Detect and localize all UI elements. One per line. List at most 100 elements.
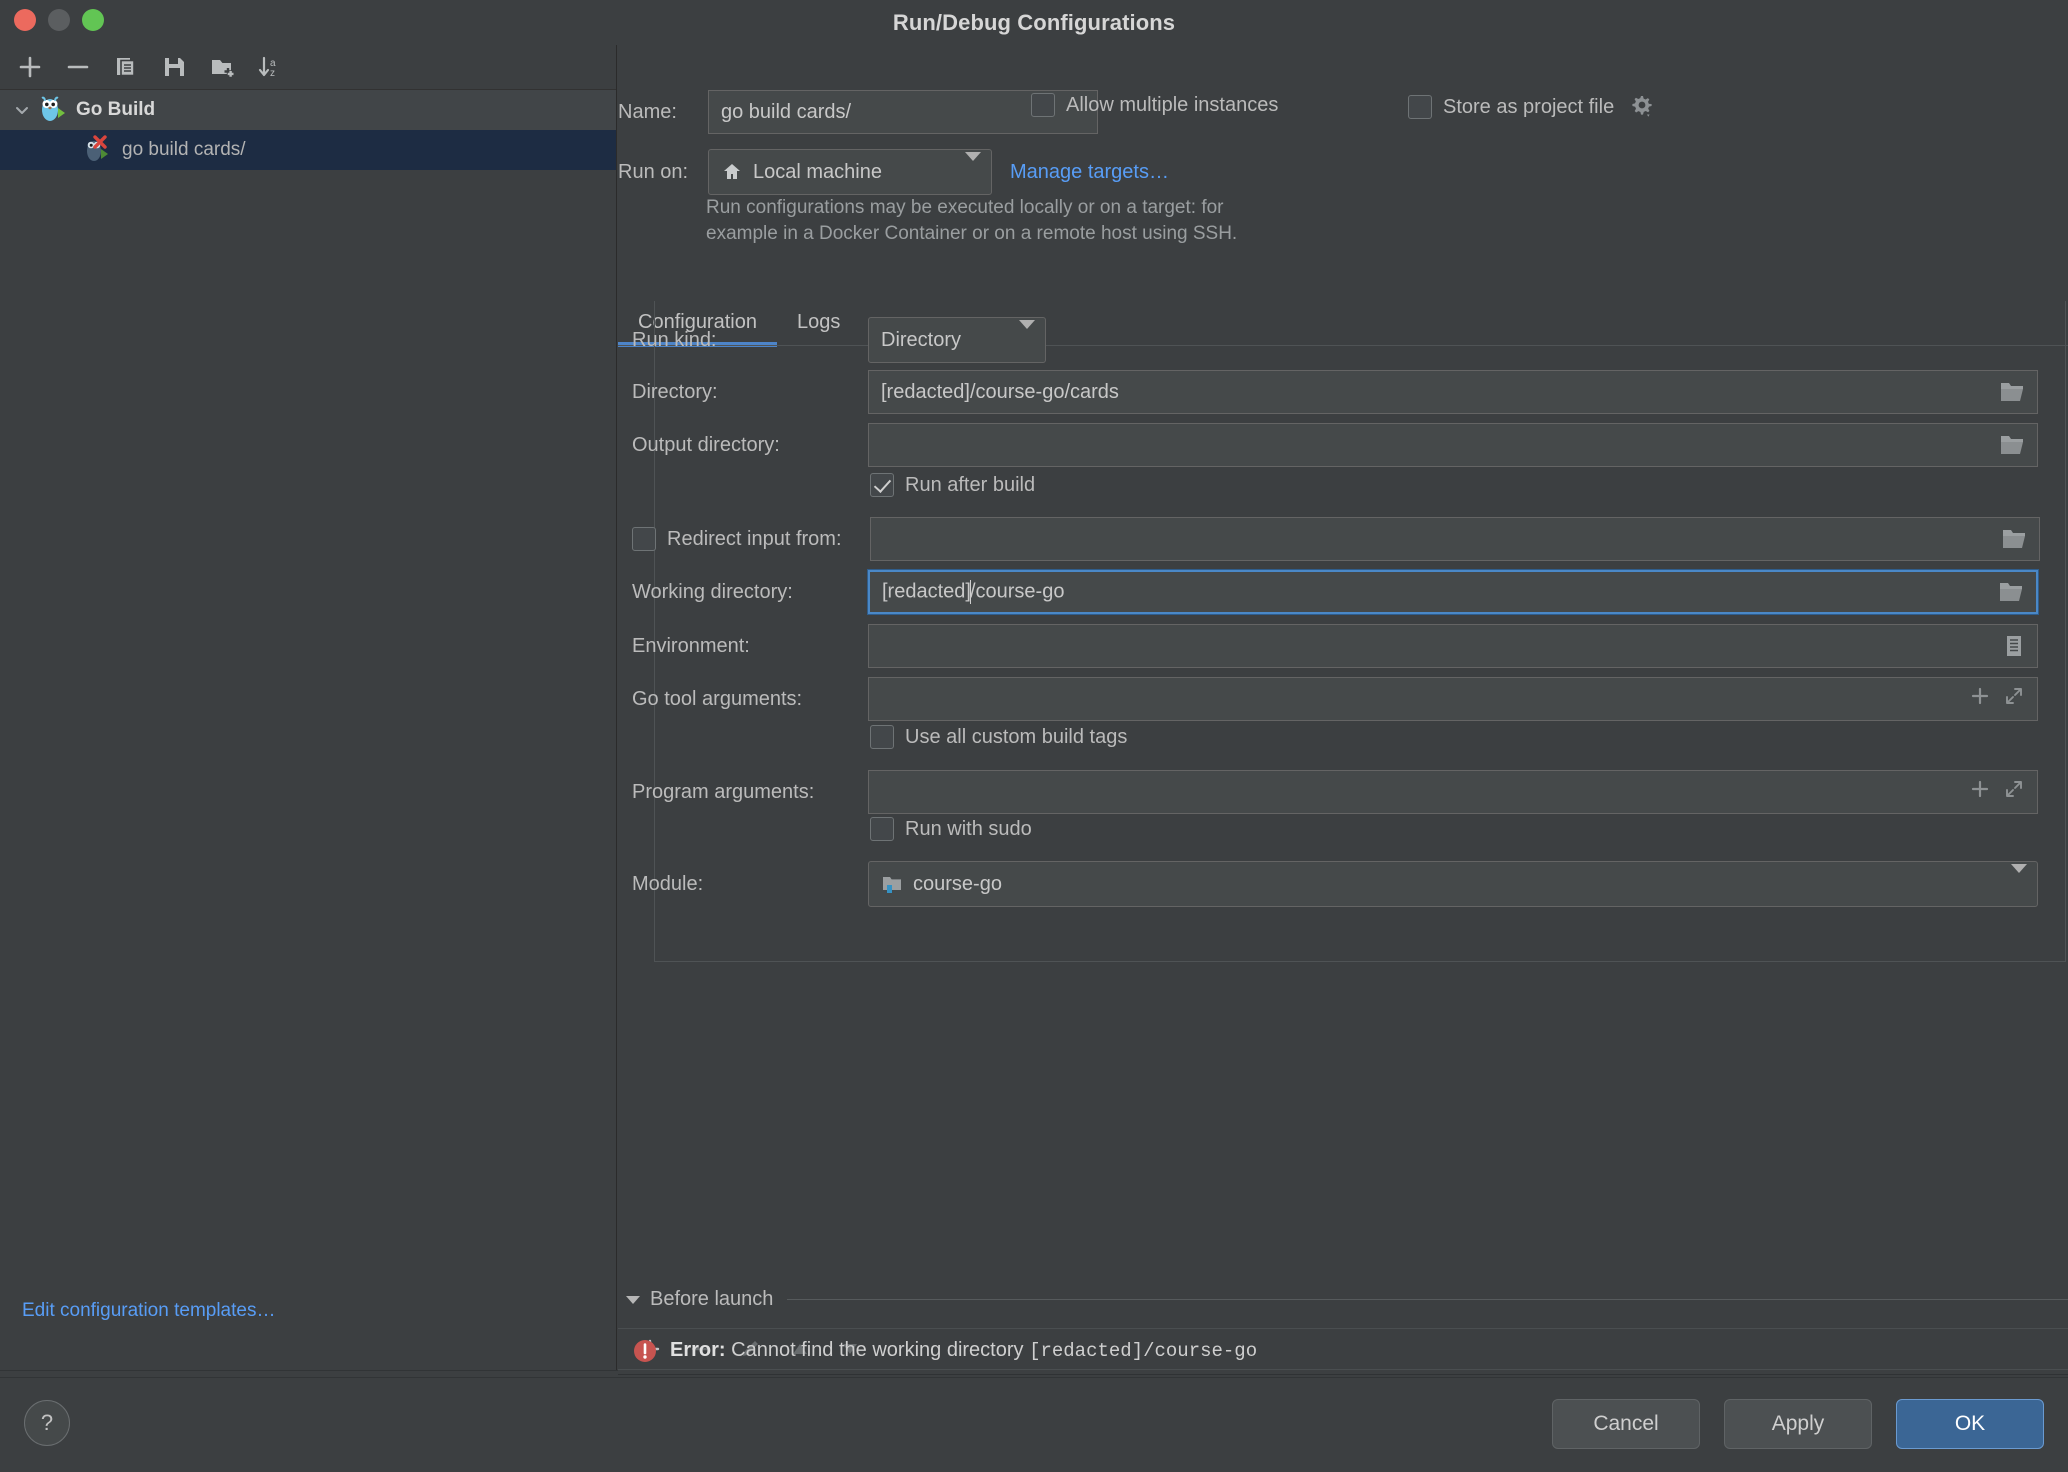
run-on-label: Run on: [618, 160, 689, 183]
before-launch-divider [787, 1299, 2068, 1300]
use-all-custom-build-tags-box[interactable] [870, 725, 894, 749]
run-with-sudo-checkbox[interactable]: Run with sudo [870, 817, 1032, 841]
save-configuration-button[interactable] [154, 50, 194, 84]
name-row: Name: go build cards/ [618, 90, 1098, 134]
environment-input[interactable] [868, 624, 2038, 668]
run-debug-configurations-dialog: Run/Debug Configurations a z Go Build go… [0, 0, 2068, 1472]
sort-configurations-button[interactable]: a z [250, 50, 290, 84]
working-directory-value-prefix: [redacted] [882, 580, 971, 603]
ok-button[interactable]: OK [1896, 1399, 2044, 1449]
redirect-input-from-input[interactable] [870, 517, 2040, 561]
environment-row: Environment: [632, 624, 2038, 668]
output-directory-label: Output directory: [632, 433, 780, 456]
run-after-build-box[interactable] [870, 473, 894, 497]
insert-macro-icon[interactable] [1969, 778, 1991, 806]
environment-variables-button[interactable] [2003, 634, 2025, 658]
expand-editor-icon[interactable] [2003, 778, 2025, 806]
error-icon [632, 1338, 658, 1364]
error-path: [redacted]/course-go [1029, 1340, 1258, 1362]
run-on-hint-line-1: Run configurations may be executed local… [706, 197, 1224, 218]
program-arguments-input[interactable] [868, 770, 2038, 814]
gear-dropdown-icon[interactable] [1628, 93, 1656, 121]
apply-button[interactable]: Apply [1724, 1399, 1872, 1449]
working-directory-input[interactable]: [redacted]/course-go [867, 569, 2039, 615]
chevron-down-icon[interactable] [965, 151, 981, 184]
go-gopher-icon [36, 95, 68, 125]
dialog-footer: ? Cancel Apply OK [0, 1377, 2068, 1472]
working-directory-row: Working directory: [redacted]/course-go [632, 569, 2039, 615]
manage-targets-link[interactable]: Manage targets… [1010, 161, 1169, 184]
directory-browse-button[interactable] [1999, 380, 2025, 404]
go-gopher-error-icon [82, 135, 114, 165]
tree-item-go-build-cards[interactable]: go build cards/ [0, 130, 616, 170]
module-select[interactable]: course-go [868, 861, 2038, 907]
use-all-custom-build-tags-label: Use all custom build tags [905, 725, 1128, 748]
help-button[interactable]: ? [24, 1400, 70, 1446]
chevron-down-icon[interactable] [2011, 863, 2027, 896]
cancel-button[interactable]: Cancel [1552, 1399, 1700, 1449]
name-label: Name: [618, 100, 677, 123]
new-folder-button[interactable] [202, 50, 242, 84]
go-tool-arguments-actions [1969, 685, 2025, 713]
use-all-custom-build-tags-checkbox[interactable]: Use all custom build tags [870, 725, 1127, 749]
add-configuration-button[interactable] [10, 50, 50, 84]
go-tool-arguments-input[interactable] [868, 677, 2038, 721]
allow-multiple-instances-box[interactable] [1031, 93, 1055, 117]
output-directory-row: Output directory: [632, 423, 2038, 467]
redirect-input-from-box[interactable] [632, 527, 656, 551]
run-after-build-label: Run after build [905, 473, 1036, 496]
tree-item-label: go build cards/ [122, 139, 246, 160]
environment-label: Environment: [632, 634, 750, 657]
store-as-project-file-box[interactable] [1408, 95, 1432, 119]
error-message: Error: Cannot find the working directory… [670, 1339, 1257, 1362]
working-directory-browse-button[interactable] [1998, 580, 2024, 604]
directory-input-value: [redacted]/course-go/cards [881, 380, 1119, 403]
output-directory-browse-button[interactable] [1999, 433, 2025, 457]
run-kind-value: Directory [881, 328, 962, 351]
remove-configuration-button[interactable] [58, 50, 98, 84]
store-as-project-file-checkbox[interactable]: Store as project file [1408, 93, 1656, 121]
program-arguments-label: Program arguments: [632, 780, 815, 803]
run-after-build-checkbox[interactable]: Run after build [870, 473, 1035, 497]
configuration-editor-pane: Name: go build cards/ Allow multiple ins… [618, 45, 2068, 1370]
copy-configuration-button[interactable] [106, 50, 146, 84]
chevron-down-icon[interactable] [626, 1295, 640, 1304]
redirect-input-browse-button[interactable] [2001, 527, 2027, 551]
output-directory-input[interactable] [868, 423, 2038, 467]
sidebar-bottom-divider [0, 1370, 618, 1371]
home-icon [721, 161, 743, 183]
run-on-row: Run on: Local machine Manage targets… [618, 149, 1169, 195]
dialog-title: Run/Debug Configurations [892, 9, 1176, 35]
directory-label: Directory: [632, 380, 718, 403]
module-folder-icon [881, 873, 903, 895]
chevron-down-icon[interactable] [1019, 319, 1035, 352]
error-bar: Error: Cannot find the working directory… [618, 1327, 2068, 1375]
footer-buttons: Cancel Apply OK [1552, 1399, 2044, 1449]
error-body: Cannot find the working directory [725, 1339, 1030, 1361]
module-value: course-go [913, 872, 1002, 895]
module-row: Module: course-go [632, 861, 2038, 907]
insert-macro-icon[interactable] [1969, 685, 1991, 713]
directory-input[interactable]: [redacted]/course-go/cards [868, 370, 2038, 414]
run-on-select[interactable]: Local machine [708, 149, 992, 195]
title-bar: Run/Debug Configurations [0, 0, 2068, 45]
allow-multiple-instances-checkbox[interactable]: Allow multiple instances [1031, 93, 1278, 117]
working-directory-input-value: [redacted]/course-go [882, 580, 1998, 604]
chevron-down-icon[interactable] [8, 101, 36, 119]
go-tool-arguments-label: Go tool arguments: [632, 687, 803, 710]
run-kind-select[interactable]: Directory [868, 317, 1046, 363]
run-with-sudo-label: Run with sudo [905, 817, 1032, 840]
redirect-input-from-label: Redirect input from: [667, 527, 842, 550]
sidebar-toolbar: a z [0, 45, 616, 90]
allow-multiple-instances-label: Allow multiple instances [1066, 93, 1279, 116]
before-launch-header[interactable]: Before launch [618, 1288, 2068, 1311]
svg-text:z: z [270, 68, 275, 79]
edit-configuration-templates-link[interactable]: Edit configuration templates… [22, 1300, 275, 1322]
tree-group-go-build[interactable]: Go Build [0, 90, 616, 130]
run-on-hint-line-2: example in a Docker Container or on a re… [706, 223, 1238, 244]
expand-editor-icon[interactable] [2003, 685, 2025, 713]
run-kind-label: Run kind: [632, 328, 717, 351]
redirect-input-row: Redirect input from: [632, 517, 2040, 561]
working-directory-label: Working directory: [632, 580, 793, 603]
run-with-sudo-box[interactable] [870, 817, 894, 841]
